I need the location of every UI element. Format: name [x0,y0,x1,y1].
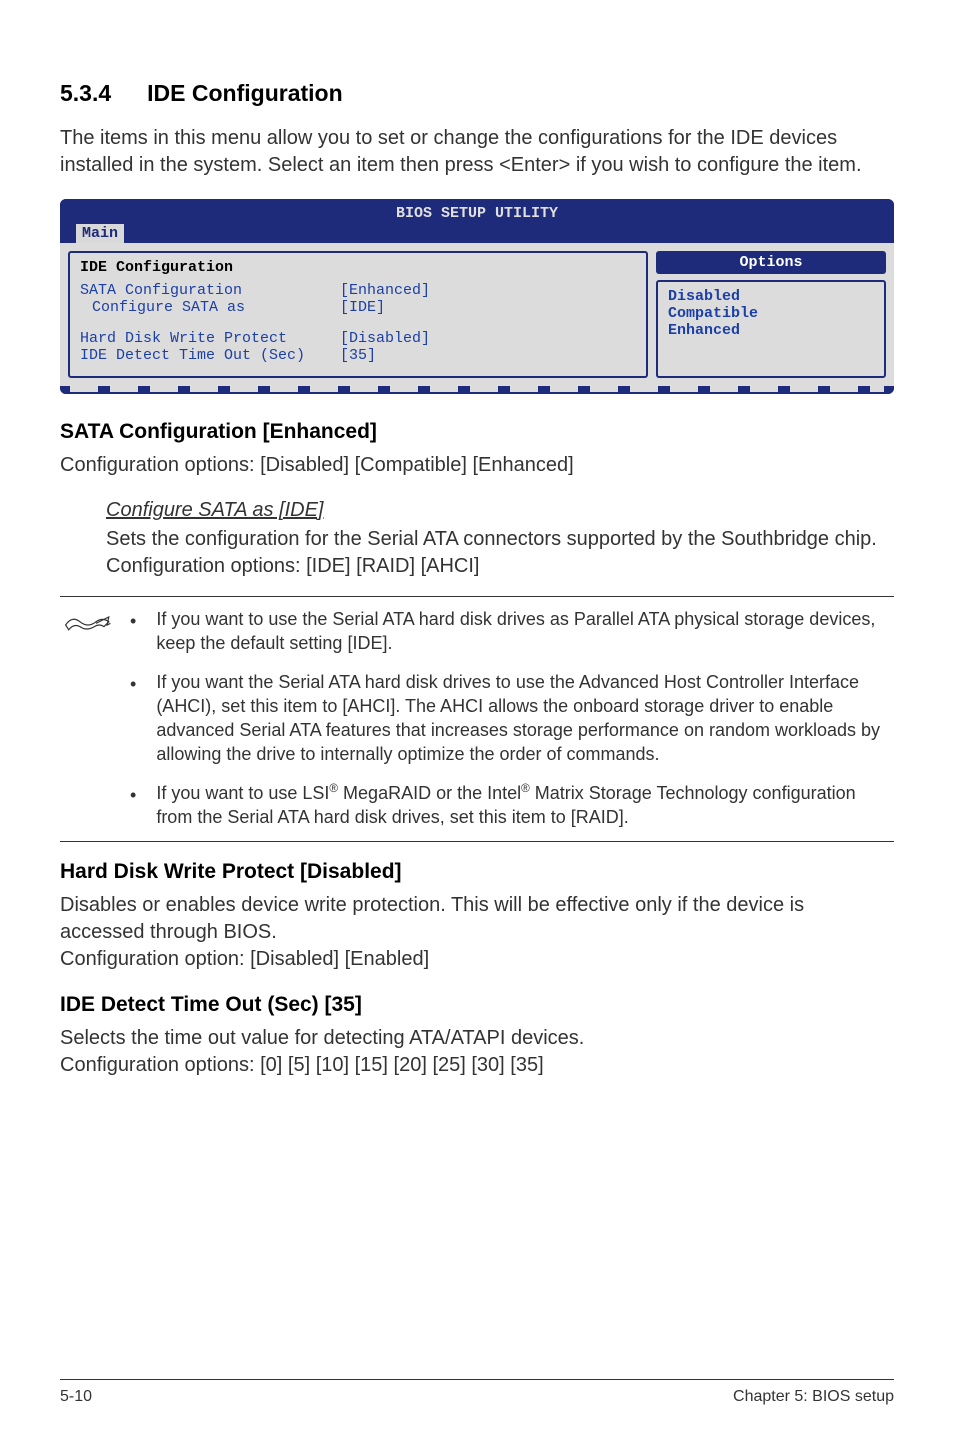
bios-row[interactable]: SATA Configuration [Enhanced] [80,282,636,299]
note-content: • If you want to use the Serial ATA hard … [130,607,894,829]
subsection-body: Configuration options: [0] [5] [10] [15]… [60,1052,894,1079]
bios-row-label: Configure SATA as [80,299,340,316]
bios-row-label: SATA Configuration [80,282,340,299]
bios-header: BIOS SETUP UTILITY Main [60,199,894,243]
note-icon [60,607,116,829]
config-block: Configure SATA as [IDE] Sets the configu… [106,499,894,580]
bios-panel: BIOS SETUP UTILITY Main IDE Configuratio… [60,199,894,394]
config-subtitle: Configure SATA as [IDE] [106,499,894,522]
section-title: IDE Configuration [147,80,342,106]
bios-row[interactable]: IDE Detect Time Out (Sec) [35] [80,347,636,364]
bios-row-value: [Disabled] [340,330,430,347]
bios-options-title: Options [656,251,886,274]
subsection-heading: SATA Configuration [Enhanced] [60,420,894,444]
bios-body: IDE Configuration SATA Configuration [En… [60,243,894,386]
chapter-label: Chapter 5: BIOS setup [733,1388,894,1406]
section-number: 5.3.4 [60,80,111,107]
note-box: • If you want to use the Serial ATA hard … [60,596,894,842]
bios-row-label: IDE Detect Time Out (Sec) [80,347,340,364]
subsection-heading: IDE Detect Time Out (Sec) [35] [60,993,894,1017]
bios-row[interactable]: Hard Disk Write Protect [Disabled] [80,330,636,347]
intro-paragraph: The items in this menu allow you to set … [60,125,894,179]
bullet-dot: • [130,781,136,830]
bios-option[interactable]: Enhanced [668,322,874,339]
bios-option[interactable]: Disabled [668,288,874,305]
bios-panel-title: IDE Configuration [80,259,636,276]
section-heading: 5.3.4 IDE Configuration [60,80,894,107]
note-bullet-text: If you want to use the Serial ATA hard d… [156,607,894,656]
bios-options-body: Disabled Compatible Enhanced [656,280,886,378]
bios-row-value: [Enhanced] [340,282,430,299]
bios-row-label: Hard Disk Write Protect [80,330,340,347]
bios-row[interactable]: Configure SATA as [IDE] [80,299,636,316]
page-number: 5-10 [60,1388,92,1406]
page-footer: 5-10 Chapter 5: BIOS setup [60,1379,894,1406]
subsection-body: Disables or enables device write protect… [60,892,894,946]
config-body: Sets the configuration for the Serial AT… [106,526,894,580]
subsection-body: Configuration option: [Disabled] [Enable… [60,946,894,973]
bullet-dot: • [130,670,136,767]
note-bullet-text: If you want the Serial ATA hard disk dri… [156,670,894,767]
bios-row-value: [35] [340,347,376,364]
bios-bottom-strip [60,386,894,394]
subsection-body: Configuration options: [Disabled] [Compa… [60,452,894,479]
bios-left-panel: IDE Configuration SATA Configuration [En… [68,251,648,378]
note-bullet: • If you want to use LSI® MegaRAID or the… [130,781,894,830]
subsection-body: Selects the time out value for detecting… [60,1025,894,1052]
bios-tab-main[interactable]: Main [76,224,124,243]
bios-row-value: [IDE] [340,299,385,316]
bios-title: BIOS SETUP UTILITY [68,205,886,224]
bullet-dot: • [130,607,136,656]
note-bullet: • If you want to use the Serial ATA hard … [130,607,894,656]
subsection-heading: Hard Disk Write Protect [Disabled] [60,860,894,884]
bios-right-panel: Options Disabled Compatible Enhanced [656,251,886,378]
bios-option[interactable]: Compatible [668,305,874,322]
bios-row-spacer [80,316,636,330]
note-bullet: •If you want the Serial ATA hard disk dr… [130,670,894,767]
note-bullet-text: If you want to use LSI® MegaRAID or the … [156,781,894,830]
